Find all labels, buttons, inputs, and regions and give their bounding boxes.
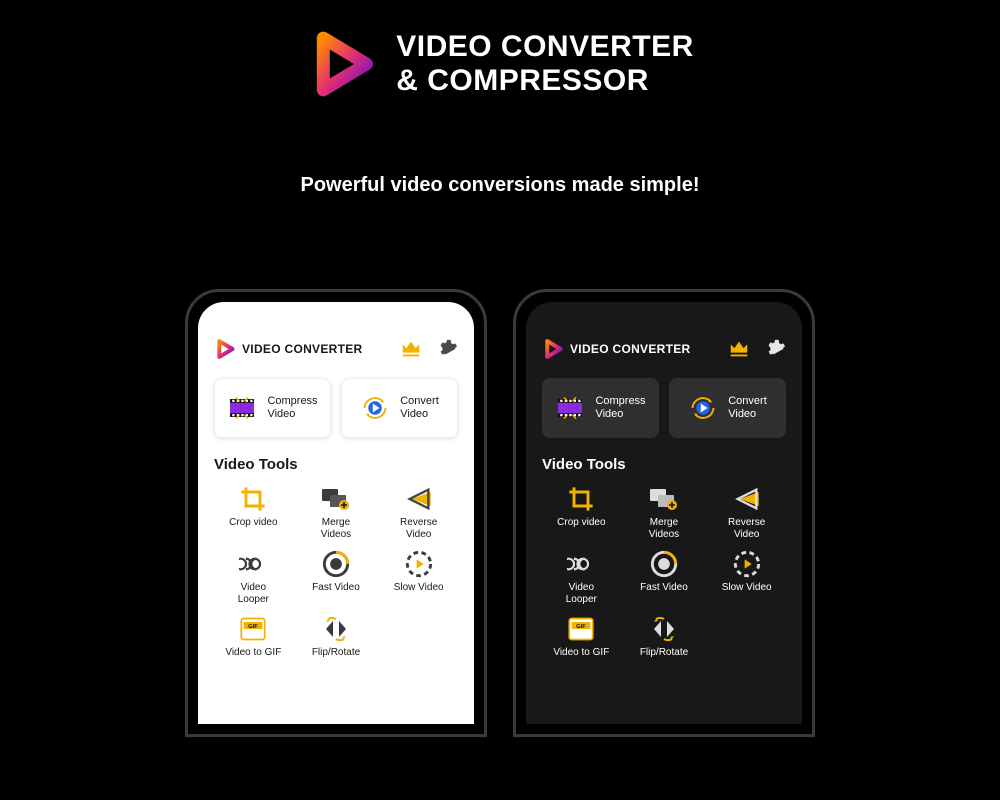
promo-title: VIDEO CONVERTER & COMPRESSOR	[396, 30, 694, 99]
section-title-tools: Video Tools	[542, 456, 786, 473]
fast-icon	[322, 550, 350, 578]
phone-light: VIDEO CONVERTER CompressVideo ConvertVid…	[185, 289, 487, 737]
crop-icon	[567, 485, 595, 513]
gear-icon[interactable]	[764, 338, 786, 360]
tool-video-to-gif[interactable]: Video to GIF	[542, 615, 621, 659]
gear-icon[interactable]	[436, 338, 458, 360]
tool-crop-video[interactable]: Crop video	[214, 485, 293, 540]
loop-icon	[239, 550, 267, 578]
slow-icon	[733, 550, 761, 578]
tool-merge-videos[interactable]: MergeVideos	[625, 485, 704, 540]
tool-fast-video[interactable]: Fast Video	[297, 550, 376, 605]
compress-video-button[interactable]: CompressVideo	[214, 378, 331, 438]
tool-flip-rotate[interactable]: Flip/Rotate	[625, 615, 704, 659]
tool-slow-video[interactable]: Slow Video	[379, 550, 458, 605]
flip-icon	[650, 615, 678, 643]
reverse-icon	[405, 485, 433, 513]
tool-reverse-video[interactable]: ReverseVideo	[707, 485, 786, 540]
merge-icon	[322, 485, 350, 513]
play-logo-icon	[306, 28, 378, 100]
play-logo-icon	[214, 338, 236, 360]
app-title: VIDEO CONVERTER	[570, 342, 722, 356]
tool-fast-video[interactable]: Fast Video	[625, 550, 704, 605]
tool-slow-video[interactable]: Slow Video	[707, 550, 786, 605]
convert-icon	[360, 393, 390, 423]
phone-side-button	[486, 470, 487, 498]
tool-reverse-video[interactable]: ReverseVideo	[379, 485, 458, 540]
tool-flip-rotate[interactable]: Flip/Rotate	[297, 615, 376, 659]
play-logo-icon	[542, 338, 564, 360]
compress-icon	[227, 393, 257, 423]
app-screen-light: VIDEO CONVERTER CompressVideo ConvertVid…	[198, 302, 474, 724]
compress-video-button[interactable]: CompressVideo	[542, 378, 659, 438]
reverse-icon	[733, 485, 761, 513]
gif-icon	[567, 615, 595, 643]
tool-crop-video[interactable]: Crop video	[542, 485, 621, 540]
tool-video-looper[interactable]: VideoLooper	[542, 550, 621, 605]
app-screen-dark: VIDEO CONVERTER CompressVideo ConvertVid…	[526, 302, 802, 724]
crop-icon	[239, 485, 267, 513]
app-header: VIDEO CONVERTER	[214, 338, 458, 360]
convert-video-button[interactable]: ConvertVideo	[341, 378, 458, 438]
section-title-tools: Video Tools	[214, 456, 458, 473]
slow-icon	[405, 550, 433, 578]
tool-video-looper[interactable]: VideoLooper	[214, 550, 293, 605]
promo-header: VIDEO CONVERTER & COMPRESSOR	[0, 0, 1000, 100]
loop-icon	[567, 550, 595, 578]
phone-dark: VIDEO CONVERTER CompressVideo ConvertVid…	[513, 289, 815, 737]
phone-side-button	[486, 412, 487, 458]
tool-video-to-gif[interactable]: Video to GIF	[214, 615, 293, 659]
tagline: Powerful video conversions made simple!	[0, 174, 1000, 197]
phone-side-button	[814, 470, 815, 498]
app-title: VIDEO CONVERTER	[242, 342, 394, 356]
phone-side-button	[814, 412, 815, 458]
convert-icon	[688, 393, 718, 423]
gif-icon	[239, 615, 267, 643]
merge-icon	[650, 485, 678, 513]
flip-icon	[322, 615, 350, 643]
phone-mockups-row: VIDEO CONVERTER CompressVideo ConvertVid…	[0, 289, 1000, 737]
fast-icon	[650, 550, 678, 578]
crown-icon[interactable]	[400, 338, 422, 360]
tool-merge-videos[interactable]: MergeVideos	[297, 485, 376, 540]
convert-video-button[interactable]: ConvertVideo	[669, 378, 786, 438]
app-header: VIDEO CONVERTER	[542, 338, 786, 360]
crown-icon[interactable]	[728, 338, 750, 360]
compress-icon	[555, 393, 585, 423]
